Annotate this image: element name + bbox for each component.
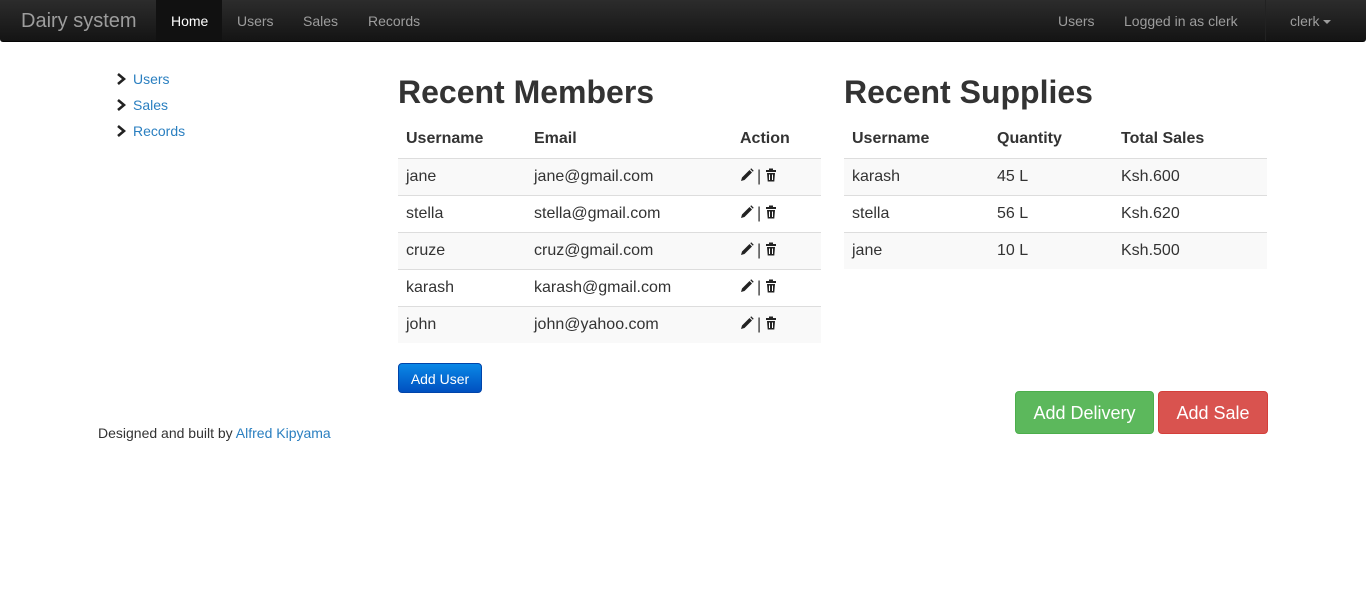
nav-records[interactable]: Records [353,0,435,41]
cell-email: john@yahoo.com [526,305,732,343]
cell-total-sales: Ksh.500 [1113,231,1267,269]
sidebar-item-sales[interactable]: Sales [116,92,185,118]
pencil-icon[interactable] [740,241,754,256]
sidebar-item-label: Users [133,71,170,87]
cell-username: john [398,305,526,343]
action-separator: | [757,204,762,222]
cell-total-sales: Ksh.620 [1113,194,1267,232]
action-separator: | [757,315,762,333]
cell-actions: | [732,194,821,232]
cell-username: karash [398,268,526,306]
brand-link[interactable]: Dairy system [21,9,137,33]
cell-actions: | [732,268,821,306]
cell-username: stella [844,194,989,232]
recent-members-title: Recent Members [398,74,655,110]
sidebar: Users Sales Records [116,66,185,144]
members-table: Username Email Action jane jane@gmail.co… [398,120,821,343]
column-header-username: Username [398,120,526,159]
add-sale-button[interactable]: Add Sale [1158,391,1268,434]
trash-icon[interactable] [764,279,778,293]
logged-in-text: Logged in as clerk [1124,13,1238,29]
table-row: karash 45 L Ksh.600 [844,158,1267,195]
action-separator: | [757,241,762,259]
chevron-right-icon [117,125,126,137]
cell-actions: | [732,158,821,195]
caret-down-icon [1322,20,1331,25]
table-row: jane jane@gmail.com | [398,158,821,195]
table-row: stella stella@gmail.com | [398,194,821,232]
supplies-table: Username Quantity Total Sales karash 45 … [844,120,1267,269]
cell-quantity: 45 L [989,158,1113,195]
trash-icon[interactable] [764,242,778,256]
table-row: karash karash@gmail.com | [398,268,821,306]
cell-username: cruze [398,231,526,269]
sidebar-item-label: Sales [133,97,169,113]
pencil-icon[interactable] [740,316,754,330]
cell-actions: | [732,305,821,343]
nav-users[interactable]: Users [222,0,289,41]
cell-email: stella@gmail.com [526,194,732,232]
cell-actions: | [732,231,821,269]
nav-right-users[interactable]: Users [1043,0,1110,41]
cell-quantity: 56 L [989,194,1113,232]
column-header-action: Action [732,120,821,159]
footer-author-link[interactable]: Alfred Kipyama [236,425,331,441]
footer-credit-text: Designed and built by [98,425,233,441]
nav-home[interactable]: Home [156,0,222,41]
table-row: stella 56 L Ksh.620 [844,194,1267,232]
trash-icon[interactable] [764,205,778,219]
sidebar-item-label: Records [133,123,186,139]
cell-username: jane [398,158,526,195]
user-menu-dropdown[interactable]: clerk [1275,0,1346,41]
chevron-right-icon [117,99,126,111]
column-header-username: Username [844,120,989,159]
cell-username: karash [844,158,989,195]
action-separator: | [757,167,762,185]
add-user-button[interactable]: Add User [398,363,482,393]
table-row: john john@yahoo.com | [398,305,821,343]
chevron-right-icon [117,73,126,85]
trash-icon[interactable] [764,316,778,330]
pencil-icon[interactable] [740,278,754,293]
cell-total-sales: Ksh.600 [1113,158,1267,195]
cell-username: jane [844,231,989,269]
sidebar-item-users[interactable]: Users [116,66,185,92]
footer: Designed and built by Alfred Kipyama [98,425,331,441]
pencil-icon[interactable] [740,167,754,182]
action-separator: | [757,278,762,296]
nav-divider [1265,0,1266,41]
top-navbar: Dairy system Home Users Sales Records Us… [0,0,1366,42]
table-row: jane 10 L Ksh.500 [844,231,1267,269]
column-header-quantity: Quantity [989,120,1113,159]
cell-email: jane@gmail.com [526,158,732,195]
column-header-email: Email [526,120,732,159]
cell-quantity: 10 L [989,231,1113,269]
user-menu-label: clerk [1290,13,1320,29]
pencil-icon[interactable] [740,204,754,219]
cell-email: cruz@gmail.com [526,231,732,269]
add-delivery-button[interactable]: Add Delivery [1015,391,1154,434]
trash-icon[interactable] [764,168,778,182]
sidebar-item-records[interactable]: Records [116,118,185,144]
cell-email: karash@gmail.com [526,268,732,306]
cell-username: stella [398,194,526,232]
table-row: cruze cruz@gmail.com | [398,231,821,269]
nav-sales[interactable]: Sales [288,0,353,41]
recent-supplies-title: Recent Supplies [844,74,1093,110]
column-header-total-sales: Total Sales [1113,120,1267,159]
